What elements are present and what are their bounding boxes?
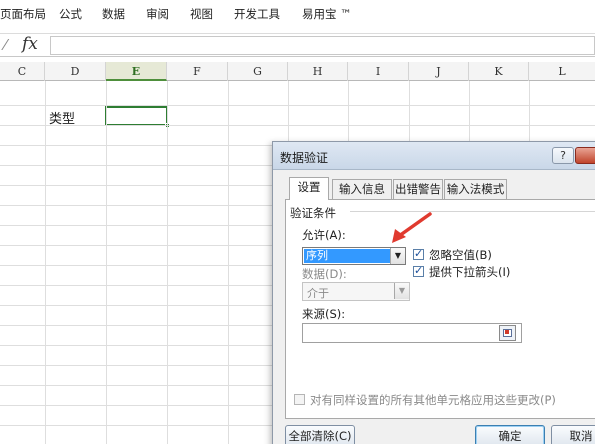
data-select[interactable]: 介于 ▼ (302, 282, 410, 301)
tab-page-layout[interactable]: 页面布局 (0, 6, 46, 22)
column-header-k[interactable]: K (469, 62, 529, 81)
group-divider (350, 211, 595, 212)
formula-cancel-icon[interactable]: ⁄ (4, 36, 7, 54)
settings-panel: 验证条件 允许(A): 序列 ▼ ✓ 忽略空值(B) ✓ 提供下拉箭头(I) 数… (285, 199, 595, 419)
grid-column-line (167, 81, 168, 444)
tab-settings[interactable]: 设置 (289, 177, 329, 200)
grid-row-line (0, 105, 595, 106)
ignore-blank-label: 忽略空值(B) (429, 248, 492, 262)
source-label: 来源(S): (302, 307, 346, 321)
cancel-button[interactable]: 取消 (551, 425, 595, 444)
data-validation-dialog: 数据验证 ? 设置 输入信息 出错警告 输入法模式 验证条件 允许(A): 序列… (272, 141, 595, 444)
column-header-e[interactable]: E (106, 62, 167, 81)
insert-function-icon[interactable]: fx (22, 34, 38, 54)
column-header-c[interactable]: C (0, 62, 45, 81)
dialog-titlebar[interactable]: 数据验证 ? (273, 142, 595, 170)
tab-data[interactable]: 数据 (102, 6, 125, 22)
check-icon: ✓ (414, 247, 424, 260)
grid-column-line (45, 81, 46, 444)
check-icon: ✓ (414, 264, 424, 277)
grid-column-line (228, 81, 229, 444)
column-header-d[interactable]: D (45, 62, 106, 81)
allow-selected-value: 序列 (304, 249, 390, 263)
column-headers: C D E F G H I J K L (0, 62, 595, 81)
formula-bar: ⁄ fx (0, 33, 595, 57)
range-select-icon-dot (505, 330, 509, 334)
dropdown-arrow-label: 提供下拉箭头(I) (429, 265, 511, 279)
grid-row-line (0, 125, 595, 126)
dialog-title: 数据验证 (280, 151, 329, 165)
tab-developer[interactable]: 开发工具 (234, 6, 280, 22)
ignore-blank-checkbox[interactable]: ✓ (413, 247, 424, 260)
tab-formulas[interactable]: 公式 (59, 6, 82, 22)
data-label: 数据(D): (302, 267, 347, 281)
column-header-j[interactable]: J (409, 62, 469, 81)
column-header-f[interactable]: F (167, 62, 228, 81)
allow-label: 允许(A): (302, 228, 346, 242)
tab-view[interactable]: 视图 (190, 6, 213, 22)
tab-ime-mode[interactable]: 输入法模式 (444, 179, 507, 199)
active-cell-e[interactable] (105, 106, 170, 128)
column-header-l[interactable]: L (529, 62, 595, 81)
help-button[interactable]: ? (552, 147, 574, 164)
column-header-i[interactable]: I (348, 62, 409, 81)
source-input[interactable] (302, 323, 522, 343)
column-header-g[interactable]: G (228, 62, 288, 81)
validation-criteria-label: 验证条件 (290, 206, 336, 220)
grid-column-line (106, 81, 107, 444)
ok-button[interactable]: 确定 (475, 425, 545, 444)
close-button[interactable] (575, 147, 595, 164)
tab-error-alert[interactable]: 出错警告 (393, 179, 443, 199)
formula-input[interactable] (50, 36, 595, 55)
chevron-down-icon[interactable]: ▼ (394, 283, 409, 299)
excel-window: 页面布局 公式 数据 审阅 视图 开发工具 易用宝 ™ ⁄ fx C D E F… (0, 0, 595, 444)
ribbon-tabs: 页面布局 公式 数据 审阅 视图 开发工具 易用宝 ™ (0, 0, 595, 26)
apply-all-checkbox[interactable] (294, 394, 305, 405)
tab-easyuse[interactable]: 易用宝 ™ (302, 6, 352, 22)
column-header-h[interactable]: H (288, 62, 348, 81)
allow-select[interactable]: 序列 ▼ (302, 247, 406, 265)
dropdown-arrow-checkbox[interactable]: ✓ (413, 264, 424, 277)
chevron-down-icon[interactable]: ▼ (390, 248, 405, 264)
tab-input-message[interactable]: 输入信息 (332, 179, 392, 199)
apply-all-label: 对有同样设置的所有其他单元格应用这些更改(P) (310, 393, 556, 407)
tab-review[interactable]: 审阅 (146, 6, 169, 22)
range-select-icon[interactable] (499, 325, 516, 341)
clear-all-button[interactable]: 全部清除(C) (285, 425, 355, 444)
data-selected-value: 介于 (307, 287, 329, 300)
